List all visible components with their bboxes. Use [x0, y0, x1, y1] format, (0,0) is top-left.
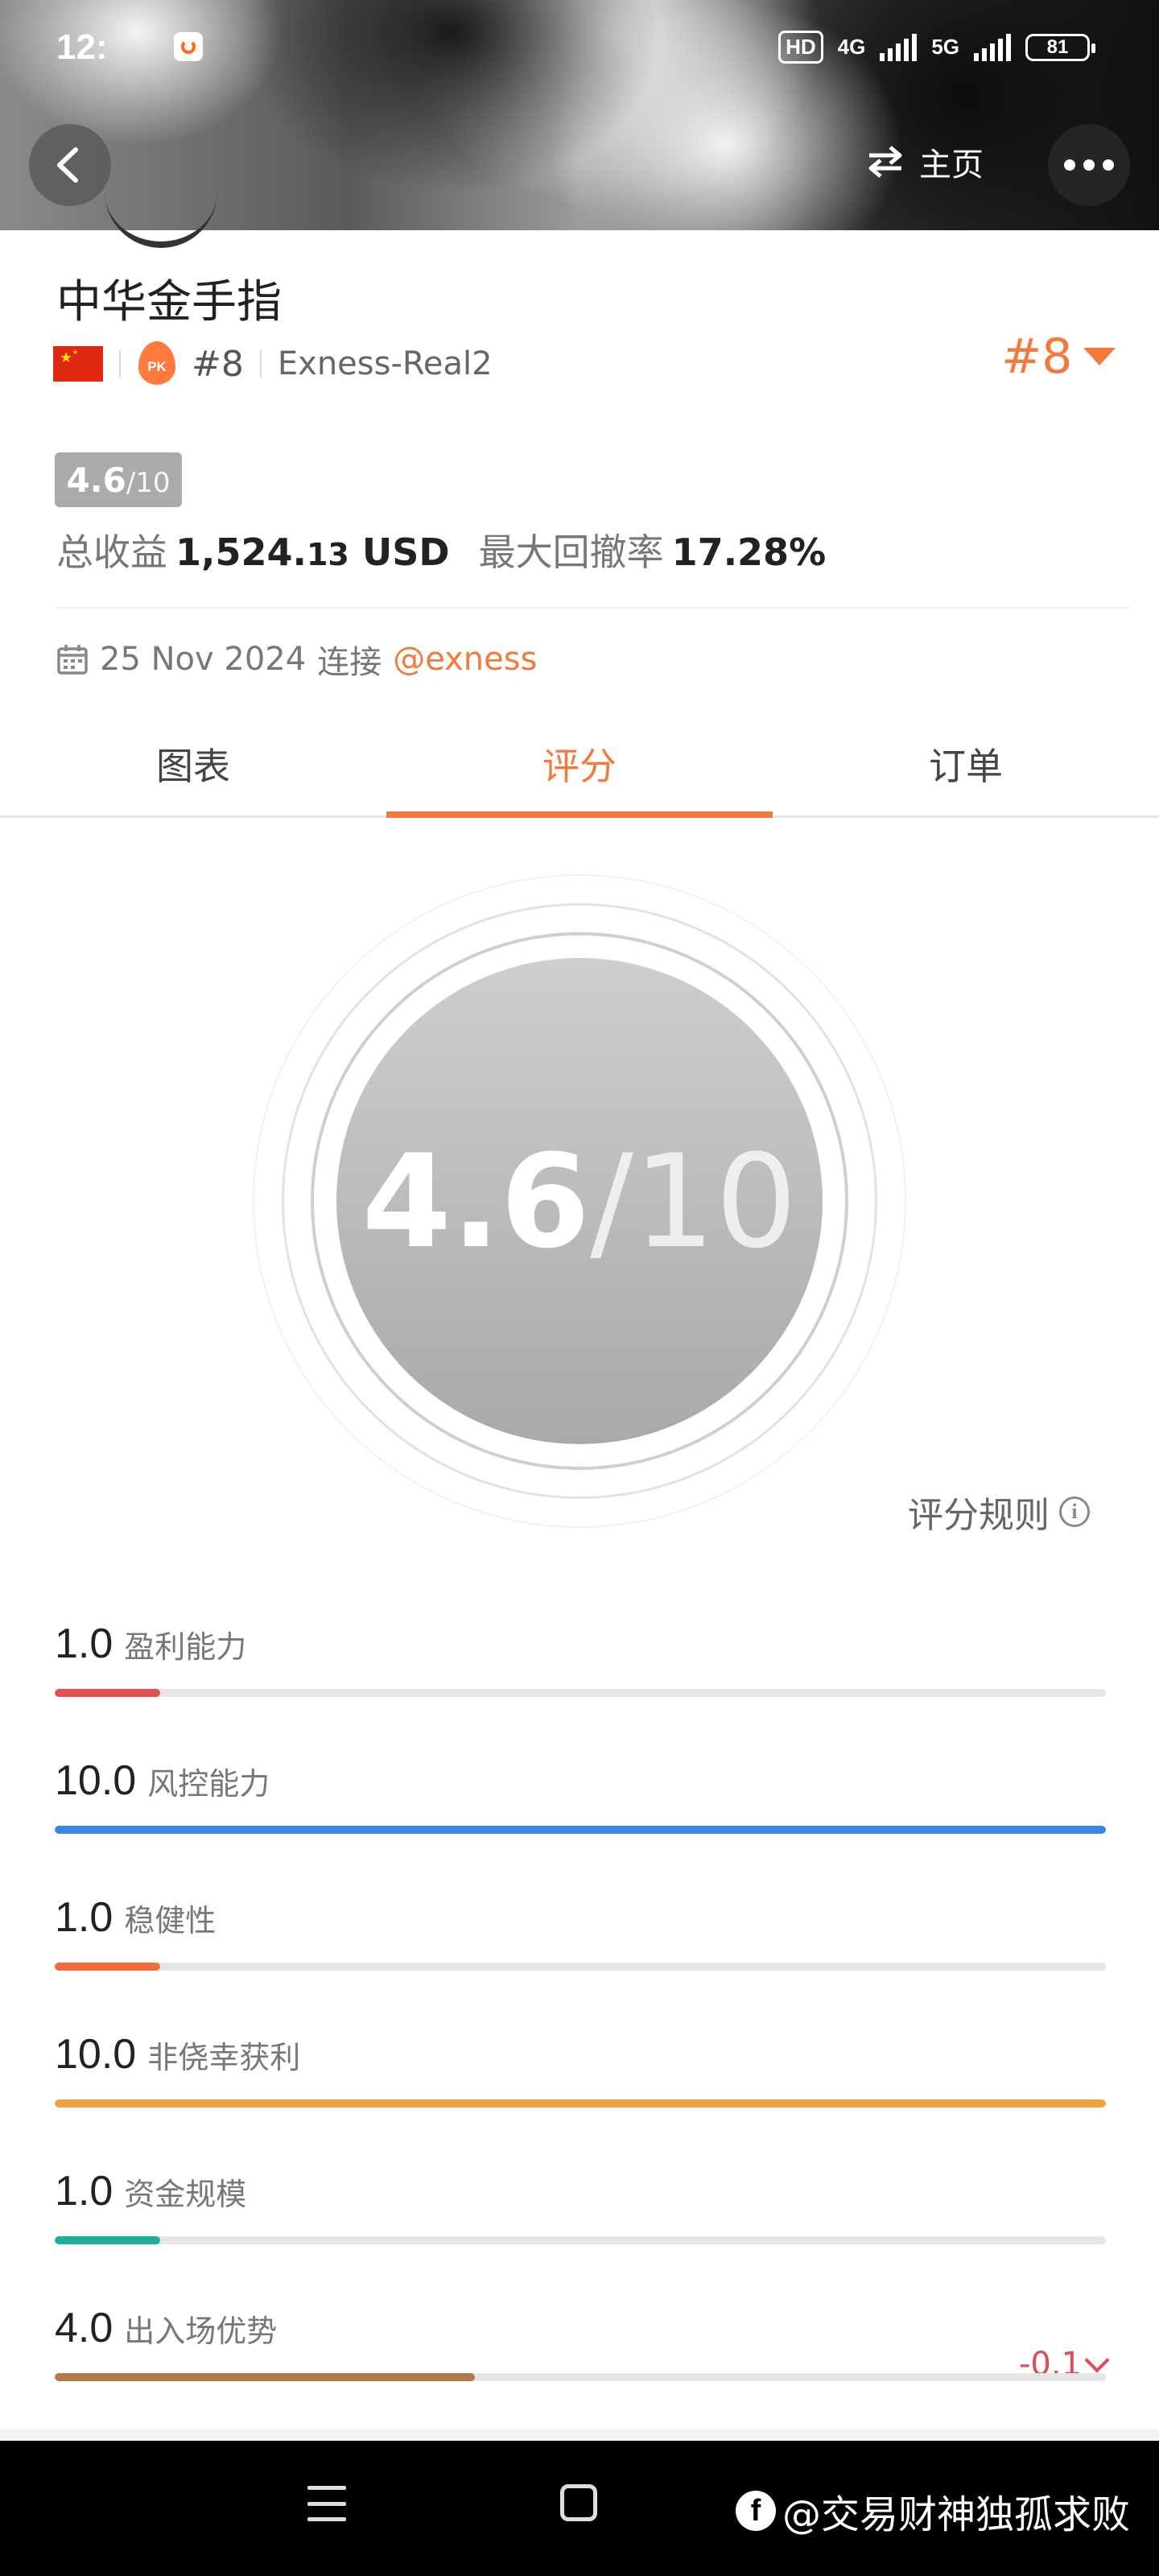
metric-score: 1.0	[55, 1894, 113, 1941]
page-title: 中华金手指	[56, 276, 282, 328]
metric-non-luck-profit: 10.0 非侥幸获利	[55, 2030, 1106, 2107]
triangle-down-icon	[1083, 348, 1116, 365]
metric-score: 1.0	[55, 1620, 113, 1667]
metric-entry-exit-advantage: 4.0 出入场优势 -0.1	[55, 2304, 1110, 2383]
metric-label: 出入场优势	[124, 2314, 278, 2349]
profit-unit: USD	[361, 530, 450, 574]
tab-orders[interactable]: 订单	[773, 721, 1159, 815]
profile-meta-row: ★ ★ PK #8 Exness-Real2	[53, 338, 493, 390]
status-time: 12:	[56, 27, 108, 67]
battery-icon: 81	[1025, 33, 1095, 61]
back-button[interactable]	[29, 124, 111, 206]
signal-icon	[880, 33, 918, 61]
china-flag-icon: ★ ★	[53, 346, 103, 382]
metric-bar-track	[55, 2099, 1106, 2107]
scoring-rules-label: 评分规则	[908, 1495, 1050, 1536]
pk-label: PK	[147, 359, 167, 374]
network-5g-label: 5G	[931, 35, 959, 59]
metric-label: 风控能力	[147, 1766, 270, 1802]
drawdown-label: 最大回撤率	[478, 530, 664, 574]
metric-bar-fill	[55, 1963, 160, 1971]
gauge-score: 4.6	[361, 1125, 590, 1277]
pk-flame-icon: PK	[137, 341, 177, 386]
home-square-icon[interactable]	[560, 2484, 597, 2521]
home-button[interactable]: 主页	[866, 138, 984, 185]
system-nav-bar: f @交易财神独孤求败	[0, 2441, 1159, 2576]
metric-stability: 1.0 稳健性	[55, 1893, 1106, 1971]
swap-arrows-icon	[868, 146, 902, 178]
score-badge: 4.6/10	[55, 452, 182, 507]
facebook-icon: f	[736, 2491, 776, 2531]
metric-bar-fill	[55, 2236, 160, 2244]
metric-label: 盈利能力	[124, 1629, 247, 1665]
connection-info: 25 Nov 2024 连接 @exness	[56, 636, 537, 683]
chevron-left-icon	[57, 147, 78, 183]
chevron-down-icon	[1084, 2347, 1110, 2373]
metric-score: 1.0	[55, 2168, 113, 2215]
scoring-rules-link[interactable]: 评分规则 i	[908, 1486, 1090, 1538]
metric-bar-track	[55, 1826, 1106, 1834]
rank-dropdown-value: #8	[1001, 328, 1073, 385]
metric-label: 非侥幸获利	[147, 2040, 301, 2075]
metric-bar-track	[55, 1963, 1106, 1971]
avatar[interactable]	[105, 185, 217, 248]
watermark-text: @交易财神独孤求败	[782, 2492, 1131, 2537]
score-badge-value: 4.6	[66, 460, 126, 500]
app-notification-icon	[174, 32, 203, 61]
metric-label: 资金规模	[124, 2177, 247, 2212]
network-4g-label: 4G	[837, 35, 866, 59]
metric-label: 稳健性	[124, 1903, 217, 1938]
tab-bar: 图表 评分 订单	[0, 721, 1159, 818]
profit-value: 1,524.13 USD	[175, 530, 450, 574]
score-gauge: 4.6/10	[253, 874, 906, 1528]
more-button[interactable]	[1048, 124, 1130, 206]
menu-icon[interactable]	[307, 2486, 346, 2521]
info-icon: i	[1059, 1496, 1090, 1527]
status-indicators: HD 4G 5G 81	[778, 31, 1095, 64]
drawdown-value: 17.28%	[671, 530, 827, 574]
metric-score: 10.0	[55, 2031, 137, 2078]
gauge-total: /10	[589, 1125, 798, 1277]
more-dot	[1103, 159, 1114, 171]
tab-score[interactable]: 评分	[386, 721, 773, 818]
profit-label: 总收益	[56, 530, 167, 574]
connected-label: 连接	[317, 644, 382, 681]
stats-row: 总收益 1,524.13 USD 最大回撤率 17.28%	[56, 523, 826, 576]
watermark: f @交易财神独孤求败	[736, 2483, 1130, 2539]
metric-bar-fill	[55, 2099, 1106, 2107]
metric-bar-track	[55, 1689, 1106, 1697]
divider	[0, 2429, 1159, 2441]
metric-risk-control: 10.0 风控能力	[55, 1757, 1106, 1834]
calendar-icon	[57, 645, 88, 675]
rank-dropdown[interactable]: #8	[1001, 328, 1116, 385]
signal-icon-2	[974, 33, 1011, 61]
more-dots-icon	[1064, 159, 1075, 171]
profit-value-int: 1,524.	[175, 530, 307, 574]
metric-bar-track	[55, 2236, 1106, 2244]
more-dot	[1083, 159, 1095, 171]
divider	[259, 350, 262, 378]
metric-capital-size: 1.0 资金规模	[55, 2167, 1106, 2244]
divider	[119, 350, 121, 378]
metric-bar-fill	[55, 1826, 1106, 1834]
home-label: 主页	[919, 147, 984, 184]
metric-bar-fill	[55, 2373, 476, 2381]
broker-name: Exness-Real2	[277, 345, 493, 382]
score-badge-total: /10	[126, 467, 171, 499]
profit-value-dec: 13	[306, 537, 349, 572]
gauge-score-text: 4.6/10	[253, 874, 906, 1528]
metric-score: 10.0	[55, 1757, 137, 1804]
metric-profitability: 1.0 盈利能力	[55, 1620, 1106, 1697]
rank-label: #8	[192, 343, 244, 385]
hd-badge: HD	[778, 31, 823, 64]
connected-date: 25 Nov 2024	[100, 641, 307, 678]
tab-chart[interactable]: 图表	[0, 721, 386, 815]
metric-score: 4.0	[55, 2305, 113, 2351]
metric-bar-track	[55, 2373, 1106, 2381]
broker-mention-link[interactable]: @exness	[393, 641, 537, 678]
divider	[56, 607, 1130, 609]
metric-bar-fill	[55, 1689, 160, 1697]
